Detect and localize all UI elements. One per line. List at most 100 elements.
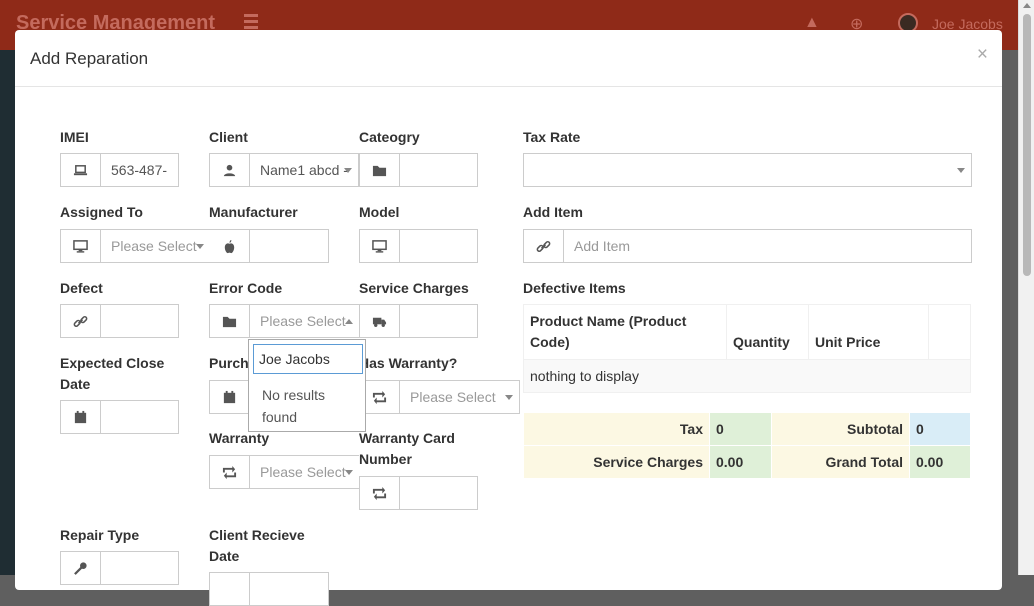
table-row: nothing to display [523, 359, 971, 393]
warranty-group: Please Select [209, 455, 359, 489]
client-select[interactable]: Name1 abcd - [249, 153, 359, 187]
client-select-value: Name1 abcd - [260, 162, 348, 178]
desktop-icon [359, 229, 399, 263]
tax-label: Tax [523, 412, 710, 446]
user-icon [209, 153, 249, 187]
link-icon [523, 229, 563, 263]
error-code-select[interactable]: Please Select [249, 304, 359, 338]
imei-group: 563-487- [60, 153, 179, 187]
scrollbar-thumb[interactable] [1023, 14, 1031, 276]
add-reparation-modal: Add Reparation × IMEI 563-487- Client Na… [15, 30, 1002, 606]
chevron-down-icon [196, 244, 204, 249]
model-label: Model [359, 204, 400, 220]
modal-title: Add Reparation [30, 49, 149, 68]
client-group: Name1 abcd - [209, 153, 359, 187]
laptop-icon [60, 153, 100, 187]
truck-icon [359, 304, 399, 338]
no-results-message: No results found [262, 387, 326, 425]
service-charges-group [359, 304, 478, 338]
add-item-label: Add Item [523, 204, 583, 220]
link-icon [60, 304, 100, 338]
warranty-select[interactable]: Please Select [249, 455, 359, 489]
apple-icon [209, 229, 249, 263]
table-header-row: Product Name (Product Code) Quantity Uni… [523, 304, 971, 360]
client-receive-date-group [209, 572, 329, 606]
column-header: Quantity [726, 304, 809, 360]
warranty-card-number-label: Warranty Card Number [359, 430, 455, 467]
subtotal-label: Subtotal [771, 412, 910, 446]
has-warranty-group: Please Select [359, 380, 520, 414]
column-header: Unit Price [808, 304, 929, 360]
imei-input[interactable]: 563-487- [100, 153, 179, 187]
service-charges-total-label: Service Charges [523, 445, 710, 479]
error-code-placeholder: Please Select [260, 313, 346, 329]
chevron-up-icon [345, 319, 353, 324]
has-warranty-label: Has Warranty? [359, 355, 458, 371]
service-charges-total-value: 0.00 [709, 445, 772, 479]
imei-label: IMEI [60, 129, 89, 145]
page-scrollbar[interactable] [1018, 0, 1034, 575]
client-receive-date-input[interactable] [249, 572, 329, 606]
retweet-icon [209, 455, 249, 489]
repair-type-label: Repair Type [60, 527, 140, 543]
modal-header: Add Reparation × [15, 30, 1002, 87]
defect-input[interactable] [100, 304, 179, 338]
defective-items-table: Product Name (Product Code) Quantity Uni… [523, 304, 971, 393]
expected-close-date-input[interactable] [100, 400, 179, 434]
tax-rate-label: Tax Rate [523, 129, 581, 145]
tax-rate-group [523, 153, 972, 187]
calendar-icon [209, 380, 249, 414]
repair-type-group [60, 551, 179, 585]
expected-close-date-label: Expected Close Date [60, 355, 165, 392]
tax-rate-select[interactable] [523, 153, 972, 187]
defective-items-title: Defective Items [523, 280, 626, 296]
app-sidebar [0, 50, 15, 575]
warranty-card-number-input[interactable] [399, 476, 478, 510]
close-icon[interactable]: × [977, 44, 988, 66]
calendar-icon [209, 572, 249, 606]
chevron-down-icon [505, 395, 513, 400]
manufacturer-label: Manufacturer [209, 204, 298, 220]
has-warranty-placeholder: Please Select [410, 389, 496, 405]
chevron-down-icon [345, 470, 353, 475]
wrench-icon [60, 551, 100, 585]
expected-close-date-group [60, 400, 179, 434]
client-receive-date-label: Client Recieve Date [209, 527, 305, 564]
desktop-icon [60, 229, 100, 263]
totals-row: Tax 0 Subtotal 0 [523, 412, 971, 446]
defect-label: Defect [60, 280, 103, 296]
folder-icon [359, 153, 399, 187]
error-code-group: Please Select [209, 304, 359, 338]
assigned-to-select[interactable]: Please Select [100, 229, 210, 263]
column-header: Product Name (Product Code) [523, 304, 727, 360]
folder-icon [209, 304, 249, 338]
grand-total-value: 0.00 [909, 445, 971, 479]
category-input[interactable] [399, 153, 478, 187]
assigned-to-placeholder: Please Select [111, 238, 197, 254]
chevron-down-icon [957, 168, 965, 173]
add-item-input[interactable]: Add Item [563, 229, 972, 263]
calendar-icon [60, 400, 100, 434]
manufacturer-input[interactable] [249, 229, 329, 263]
defect-group [60, 304, 179, 338]
tax-value: 0 [709, 412, 772, 446]
assigned-to-label: Assigned To [60, 204, 143, 220]
chevron-down-icon [344, 168, 352, 173]
client-label: Client [209, 129, 248, 145]
totals-row: Service Charges 0.00 Grand Total 0.00 [523, 445, 971, 479]
service-charges-input[interactable] [399, 304, 478, 338]
has-warranty-select[interactable]: Please Select [399, 380, 520, 414]
purchase-label: Purch [209, 355, 249, 371]
empty-message: nothing to display [523, 359, 971, 393]
subtotal-value: 0 [909, 412, 971, 446]
category-label: Cateogry [359, 129, 420, 145]
repair-type-input[interactable] [100, 551, 179, 585]
dropdown-search-input[interactable]: Joe Jacobs [253, 344, 363, 374]
error-code-dropdown: Joe Jacobs No results found [248, 339, 366, 432]
model-input[interactable] [399, 229, 478, 263]
grand-total-label: Grand Total [771, 445, 910, 479]
column-header [928, 304, 971, 360]
model-group [359, 229, 478, 263]
scroll-up-arrow-icon[interactable] [1023, 3, 1031, 8]
service-charges-label: Service Charges [359, 280, 469, 296]
